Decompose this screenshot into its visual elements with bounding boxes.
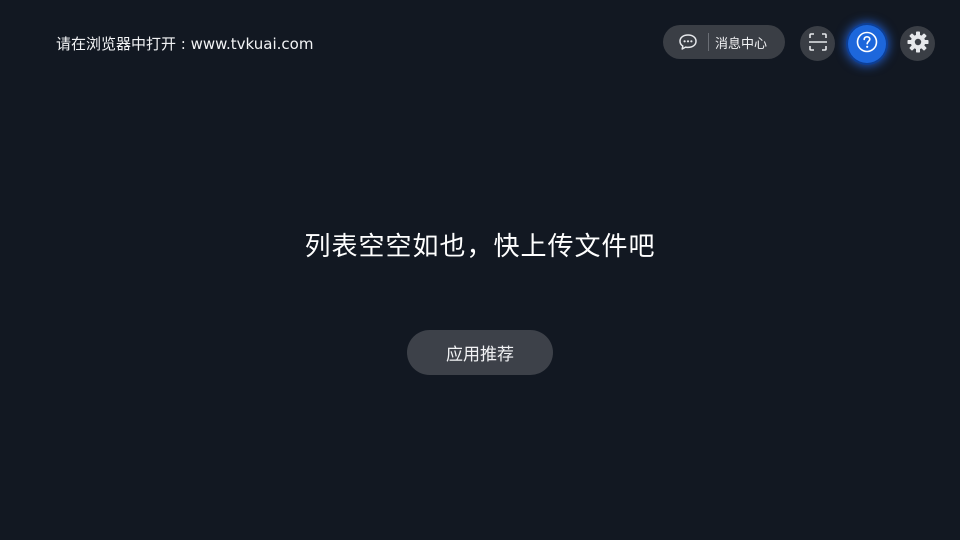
empty-list-message: 列表空空如也，快上传文件吧 <box>304 232 656 262</box>
file-list-screen: 请在浏览器中打开 : www.tvkuai.com 消息中心 列表空空如也，快上… <box>0 0 960 540</box>
help-question-icon <box>855 30 879 58</box>
message-center-label: 消息中心 <box>715 36 768 52</box>
open-in-browser-hint: 请在浏览器中打开 : www.tvkuai.com <box>56 35 314 53</box>
scan-icon <box>808 32 828 56</box>
message-center-button[interactable]: 消息中心 <box>663 25 785 59</box>
help-button[interactable] <box>848 25 886 63</box>
chat-bubble-icon <box>678 33 698 51</box>
gear-icon <box>906 30 930 58</box>
scan-button[interactable] <box>800 26 835 61</box>
settings-button[interactable] <box>900 26 935 61</box>
divider <box>708 33 709 51</box>
app-recommend-button[interactable]: 应用推荐 <box>407 330 553 375</box>
